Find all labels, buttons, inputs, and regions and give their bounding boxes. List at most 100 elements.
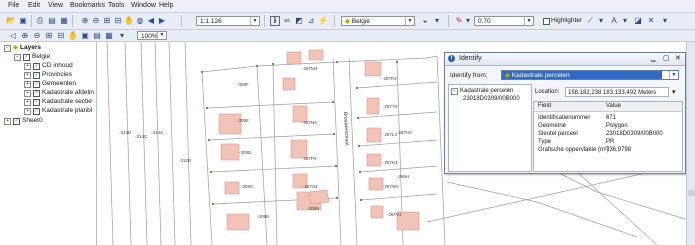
toc-layer[interactable]: + ✓ Kadastrale afdelin bbox=[24, 89, 94, 97]
arrow-left-icon[interactable]: ◁ bbox=[8, 31, 18, 40]
draw-menu-icon[interactable]: ▾ bbox=[660, 16, 670, 26]
parcel-label: -287M4 bbox=[302, 66, 318, 71]
save-icon[interactable]: ▣ bbox=[18, 16, 28, 26]
layout-pan-icon[interactable]: ✋ bbox=[68, 31, 78, 40]
expand-icon[interactable]: + bbox=[24, 71, 31, 79]
layout-zoom-in-icon[interactable]: ⊕ bbox=[20, 31, 30, 40]
forward-arrow-icon[interactable]: ▶ bbox=[157, 16, 167, 26]
toc-root[interactable]: − ◆ Layers bbox=[4, 44, 41, 52]
expand-icon[interactable]: + bbox=[24, 89, 31, 97]
highlighter-checkbox[interactable] bbox=[543, 18, 550, 25]
expand-icon[interactable]: + bbox=[24, 62, 31, 70]
draw-line-icon[interactable]: ⟋ bbox=[585, 16, 595, 26]
minimize-icon[interactable]: ▁ bbox=[651, 55, 656, 62]
find-binoculars-icon[interactable]: ∞ bbox=[282, 16, 292, 26]
menu-view[interactable]: View bbox=[48, 2, 63, 9]
collapse-icon[interactable]: − bbox=[14, 53, 21, 61]
menu-tools[interactable]: Tools bbox=[108, 2, 124, 9]
close-icon[interactable]: ✕ bbox=[675, 54, 681, 62]
layer-checkbox[interactable]: ✓ bbox=[33, 98, 40, 106]
lightning-icon[interactable]: ⚡ bbox=[318, 16, 328, 26]
toc-layer-label: Kadastrale planbl bbox=[42, 107, 93, 114]
dropdown-arrow-icon[interactable]: ▾ bbox=[432, 16, 442, 26]
zoom-rect-icon[interactable]: ⊞ bbox=[102, 16, 112, 26]
pen-color-dropdown-icon[interactable]: ▾ bbox=[463, 16, 473, 26]
layout-full-icon[interactable]: ▣ bbox=[80, 31, 90, 40]
layers-icon: ◆ bbox=[13, 44, 18, 51]
col-field: Field bbox=[538, 103, 552, 109]
layout-toggle-icon[interactable]: ▦ bbox=[104, 31, 114, 40]
menu-bookmarks[interactable]: Bookmarks bbox=[70, 2, 105, 9]
location-dropdown-icon[interactable]: ▾ bbox=[672, 88, 676, 96]
tree-parent[interactable]: − Kadastrale percelen bbox=[451, 87, 513, 95]
maximize-icon[interactable]: ▢ bbox=[663, 54, 670, 62]
menu-edit[interactable]: Edit bbox=[28, 2, 40, 9]
clear-graphics-icon[interactable]: ✕ bbox=[646, 16, 656, 26]
layer-combo-icon: ◆ bbox=[345, 18, 352, 25]
scroll-thumb[interactable] bbox=[688, 190, 695, 196]
identify-tree: − Kadastrale percelen 23018D0309/00B000 bbox=[448, 84, 532, 172]
zoom-out-icon[interactable]: ⊖ bbox=[91, 16, 101, 26]
expand-icon[interactable]: + bbox=[24, 80, 31, 88]
scale-combo[interactable]: 1:1.126 ▼ bbox=[196, 16, 260, 26]
toc-sheet[interactable]: + ✓ Sheet0 bbox=[4, 117, 43, 125]
toc-layer[interactable]: + ✓ CD inhoud bbox=[24, 62, 73, 70]
identify-from-combo[interactable]: ◆ Kadastrale percelen ▼ bbox=[501, 70, 679, 80]
layer-properties-icon[interactable]: ◒ bbox=[420, 16, 430, 26]
info-icon: i bbox=[448, 55, 455, 62]
zoom-percent-combo[interactable]: 100% ▼ bbox=[137, 31, 167, 40]
draw-dropdown-icon[interactable]: ▾ bbox=[620, 16, 630, 26]
menu-file[interactable]: File bbox=[8, 2, 19, 9]
toc-layer[interactable]: + ✓ Kadastrale sectie bbox=[24, 98, 92, 106]
open-folder-icon[interactable]: 📂 bbox=[6, 16, 16, 26]
expand-icon[interactable]: + bbox=[24, 98, 31, 106]
layout-page-icon[interactable]: ▤ bbox=[92, 31, 102, 40]
select-features-icon[interactable]: ◩ bbox=[294, 16, 304, 26]
layer-checkbox[interactable]: ✓ bbox=[33, 80, 40, 88]
toc-layer[interactable]: + ✓ Kadastrale planbl bbox=[24, 107, 92, 115]
pan-icon[interactable]: ✋ bbox=[124, 16, 134, 26]
toc-group[interactable]: − ✓ Belgie bbox=[14, 53, 50, 61]
measure-icon[interactable]: ⊿ bbox=[306, 16, 316, 26]
draw-text-icon[interactable]: A bbox=[609, 16, 619, 26]
toc-layer[interactable]: + ✓ Provincies bbox=[24, 71, 72, 79]
layer-checkbox[interactable]: ✓ bbox=[33, 71, 40, 79]
print-icon[interactable]: ⎙ bbox=[35, 16, 45, 26]
sheet-checkbox[interactable]: ✓ bbox=[13, 117, 20, 125]
collapse-icon[interactable]: − bbox=[451, 87, 458, 95]
toc-layer[interactable]: + ✓ Gemeenten bbox=[24, 80, 76, 88]
menu-window[interactable]: Window bbox=[131, 2, 156, 9]
parcel-label: -287N4 bbox=[302, 120, 317, 125]
collapse-icon[interactable]: − bbox=[4, 44, 11, 52]
table-icon[interactable]: ▦ bbox=[59, 16, 69, 26]
page-layout-icon[interactable]: ▤ bbox=[47, 16, 57, 26]
location-field[interactable]: 158.182,238 183.133,492 Meters bbox=[565, 87, 669, 97]
expand-icon[interactable]: + bbox=[4, 117, 11, 125]
layer-checkbox[interactable]: ✓ bbox=[33, 62, 40, 70]
toc-layer-label: CD inhoud bbox=[42, 62, 73, 69]
parcel-label: -309F bbox=[237, 82, 249, 87]
layout-zoom-100-icon[interactable]: ⊞ bbox=[44, 31, 54, 40]
layer-checkbox[interactable]: ✓ bbox=[33, 107, 40, 115]
line-width-combo[interactable]: 0.70 ▼ bbox=[474, 16, 534, 26]
group-checkbox[interactable]: ✓ bbox=[23, 53, 30, 61]
back-arrow-icon[interactable]: ◀ bbox=[146, 16, 156, 26]
table-header: Field Value bbox=[534, 102, 682, 112]
erase-icon[interactable]: ◪ bbox=[633, 16, 643, 26]
menu-help[interactable]: Help bbox=[159, 2, 173, 9]
full-extent-icon[interactable]: ◍ bbox=[135, 16, 145, 26]
layout-zoom-out-icon[interactable]: ⊖ bbox=[32, 31, 42, 40]
map-scrollbar[interactable] bbox=[686, 42, 695, 245]
tree-child[interactable]: 23018D0309/00B000 bbox=[463, 95, 520, 103]
layer-combo[interactable]: ◆ Belgie ▼ bbox=[341, 16, 415, 26]
parcel-label: -309B bbox=[257, 214, 269, 219]
info-identify-icon[interactable]: i bbox=[270, 16, 280, 26]
draw-dropdown-icon[interactable]: ▾ bbox=[596, 16, 606, 26]
zoom-in-icon[interactable]: ⊕ bbox=[80, 16, 90, 26]
identify-dialog: i Identify ▁ ▢ ✕ Identify from: ◆ Kadast… bbox=[444, 52, 686, 174]
layout-zoom-whole-icon[interactable]: ⊟ bbox=[56, 31, 66, 40]
zoom-out-rect-icon[interactable]: ⊟ bbox=[113, 16, 123, 26]
expand-icon[interactable]: + bbox=[24, 107, 31, 115]
layer-checkbox[interactable]: ✓ bbox=[33, 89, 40, 97]
layout-dropdown-icon[interactable]: ▾ bbox=[117, 31, 127, 40]
